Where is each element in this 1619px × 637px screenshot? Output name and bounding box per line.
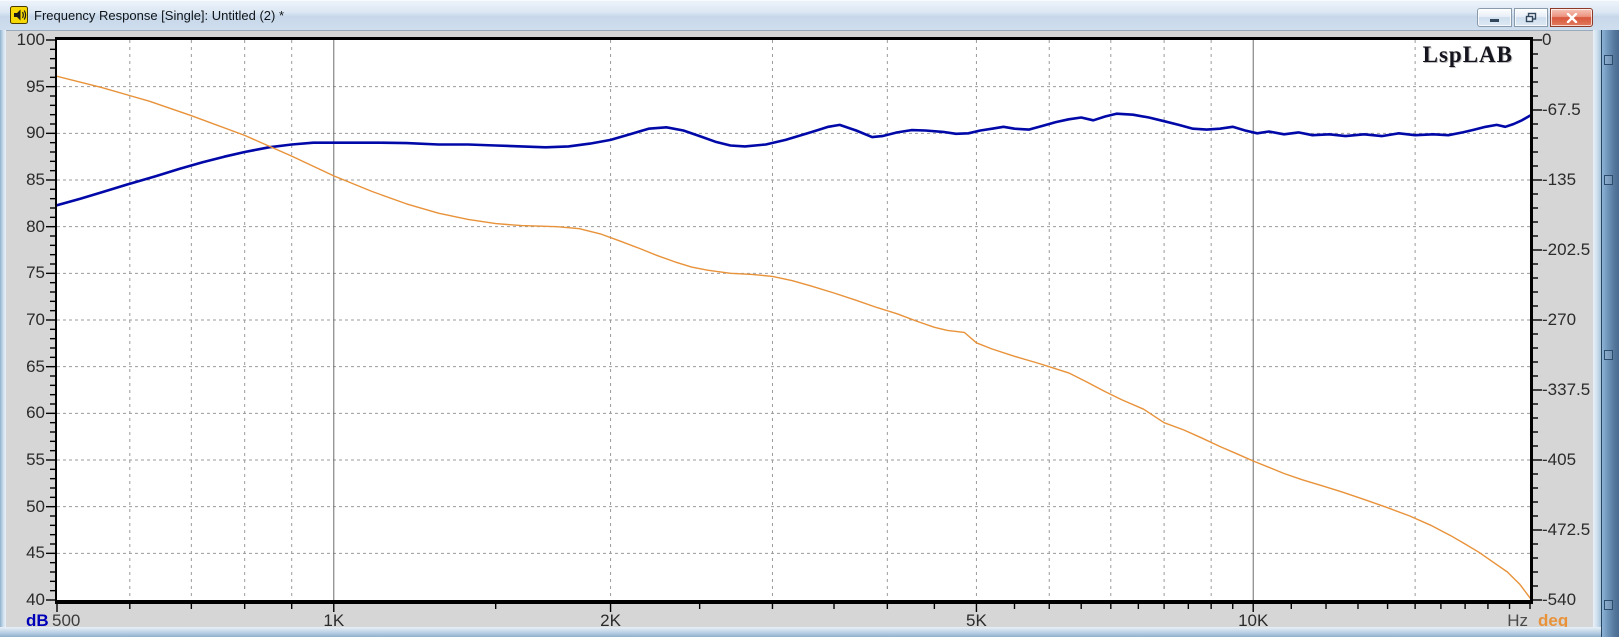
window-title: Frequency Response [Single]: Untitled (2… bbox=[34, 8, 285, 23]
y-left-tick-label: 95 bbox=[26, 76, 45, 96]
y-left-tick-label: 90 bbox=[26, 123, 45, 143]
window-buttons bbox=[1477, 8, 1593, 27]
window-border-left bbox=[0, 30, 6, 627]
minimize-icon bbox=[1489, 19, 1499, 22]
strip-mark bbox=[1604, 600, 1613, 610]
speaker-icon bbox=[10, 6, 28, 24]
y-left-tick-label: 100 bbox=[16, 30, 45, 49]
y-left-tick-label: 55 bbox=[26, 450, 45, 469]
plot-area[interactable] bbox=[55, 37, 1533, 604]
y-left-tick-label: 60 bbox=[26, 403, 45, 423]
background-window-strip[interactable] bbox=[1601, 30, 1619, 637]
restore-button[interactable] bbox=[1514, 8, 1548, 27]
restore-icon bbox=[1525, 12, 1537, 23]
window-border-bottom bbox=[0, 627, 1601, 637]
y-left-tick-label: 50 bbox=[26, 496, 45, 516]
close-icon bbox=[1566, 12, 1577, 23]
strip-mark bbox=[1604, 55, 1613, 65]
y-left-tick-label: 65 bbox=[26, 356, 45, 376]
window-titlebar[interactable]: Frequency Response [Single]: Untitled (2… bbox=[0, 0, 1619, 31]
y-left-tick-label: 40 bbox=[26, 590, 45, 609]
y-left-tick-label: 70 bbox=[26, 310, 45, 329]
strip-mark bbox=[1604, 350, 1613, 360]
y-left-tick-label: 45 bbox=[26, 543, 45, 563]
minimize-button[interactable] bbox=[1477, 8, 1512, 27]
strip-mark bbox=[1604, 175, 1613, 185]
frequency-response-window: Frequency Response [Single]: Untitled (2… bbox=[0, 0, 1619, 637]
close-button[interactable] bbox=[1550, 8, 1593, 27]
window-border-right bbox=[1593, 30, 1601, 627]
y-left-tick-label: 80 bbox=[26, 216, 45, 236]
brand-logo: LspLAB bbox=[1422, 42, 1513, 67]
y-left-tick-label: 75 bbox=[26, 263, 45, 283]
y-left-tick-label: 85 bbox=[26, 170, 45, 189]
